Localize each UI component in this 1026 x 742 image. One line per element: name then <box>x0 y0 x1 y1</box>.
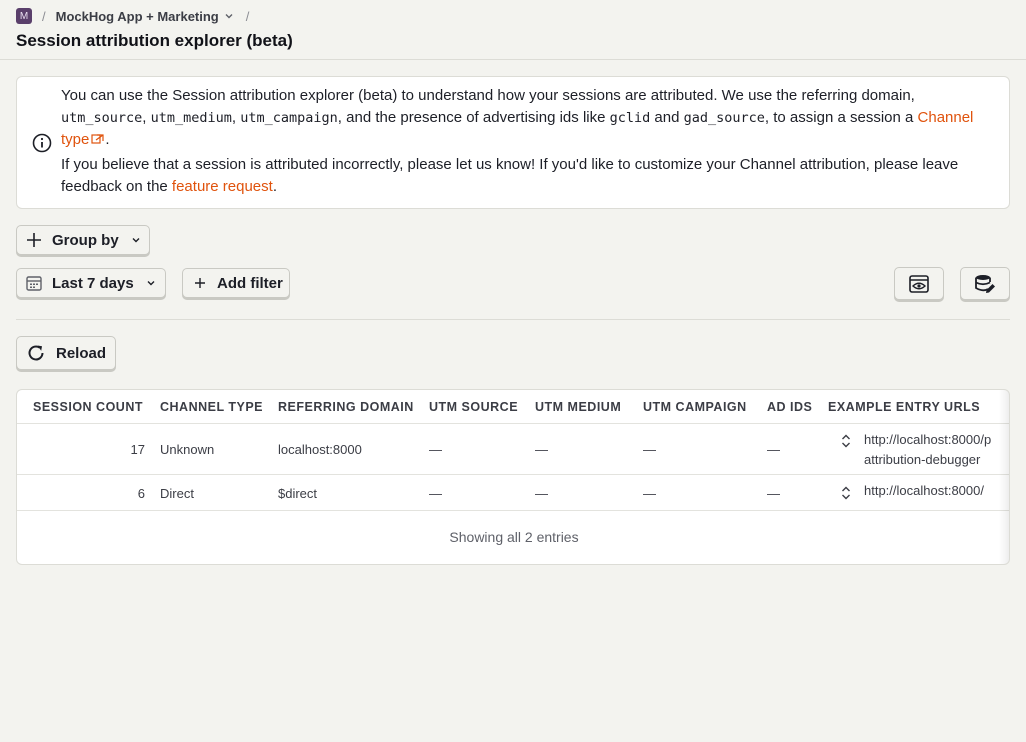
info-icon <box>32 133 52 153</box>
attribution-table: SESSION COUNT CHANNEL TYPE REFERRING DOM… <box>16 389 1010 565</box>
cell-referring-domain: $direct <box>278 486 318 501</box>
cell-entry-url[interactable]: http://localhost:8000/p <box>864 432 991 447</box>
view-source-button[interactable] <box>894 267 944 300</box>
reload-icon <box>28 345 44 361</box>
info-text: You can use the Session attribution expl… <box>61 85 991 198</box>
database-edit-icon <box>975 274 995 293</box>
header-utm-medium[interactable]: UTM MEDIUM <box>535 400 621 414</box>
cell-utm-campaign: — <box>643 486 656 501</box>
date-range-select[interactable]: Last 7 days <box>16 268 166 298</box>
breadcrumb: M / MockHog App + Marketing / <box>16 8 259 24</box>
header-ad-ids[interactable]: AD IDS <box>767 400 812 414</box>
cell-utm-source: — <box>429 486 442 501</box>
section-divider <box>16 319 1010 320</box>
info-banner: You can use the Session attribution expl… <box>16 76 1010 209</box>
page-title: Session attribution explorer (beta) <box>16 31 293 50</box>
reload-label: Reload <box>56 344 107 362</box>
info-text-fragment: , and the presence of advertising ids li… <box>337 109 610 126</box>
info-text-fragment: You can use the Session attribution expl… <box>61 87 915 104</box>
info-text-fragment: , to assign a session a <box>764 109 918 126</box>
chevron-down-icon <box>225 14 233 19</box>
code-utm-medium: utm_medium <box>150 110 232 126</box>
cell-session-count: 6 <box>137 486 145 501</box>
cell-utm-source: — <box>429 442 442 457</box>
header-channel-type[interactable]: CHANNEL TYPE <box>160 400 263 414</box>
info-paragraph-2: If you believe that a session is attribu… <box>61 156 959 195</box>
header-session-count[interactable]: SESSION COUNT <box>33 400 143 414</box>
table-footer: Showing all 2 entries <box>449 529 579 545</box>
header-utm-campaign[interactable]: UTM CAMPAIGN <box>643 400 747 414</box>
code-gclid: gclid <box>609 110 651 126</box>
chevron-down-icon <box>132 238 140 243</box>
code-gad-source: gad_source <box>683 110 765 126</box>
row-divider <box>17 510 1009 511</box>
header-example-entry-urls[interactable]: EXAMPLE ENTRY URLS <box>828 400 980 414</box>
top-bar: M / MockHog App + Marketing / Session at… <box>0 0 1026 60</box>
chevron-down-icon <box>147 281 155 286</box>
code-utm-source: utm_source <box>61 110 143 126</box>
cell-entry-url[interactable]: http://localhost:8000/ <box>864 483 984 498</box>
code-utm-campaign: utm_campaign <box>240 110 338 126</box>
breadcrumb-separator: / <box>245 8 250 24</box>
info-paragraph-1: You can use the Session attribution expl… <box>61 87 974 148</box>
reload-button[interactable]: Reload <box>16 336 116 370</box>
add-filter-label: Add filter <box>217 274 283 292</box>
cell-utm-campaign: — <box>643 442 656 457</box>
add-filter-button[interactable]: Add filter <box>182 268 290 298</box>
cell-channel-type: Direct <box>160 486 194 501</box>
group-by-label: Group by <box>52 231 119 249</box>
row-divider <box>17 474 1009 475</box>
expand-icon[interactable] <box>840 485 852 501</box>
cell-utm-medium: — <box>535 486 548 501</box>
feature-request-link[interactable]: feature request <box>172 178 273 195</box>
breadcrumb-separator: / <box>42 8 46 24</box>
edit-sql-button[interactable] <box>960 267 1010 300</box>
project-name: MockHog App + Marketing <box>55 8 219 24</box>
cell-utm-medium: — <box>535 442 548 457</box>
info-text-fragment: and <box>650 109 684 126</box>
external-link-icon <box>91 134 104 144</box>
plus-icon <box>195 278 205 288</box>
cell-session-count: 17 <box>130 442 145 457</box>
header-utm-source[interactable]: UTM SOURCE <box>429 400 518 414</box>
cell-ad-ids: — <box>767 442 780 457</box>
cell-ad-ids: — <box>767 486 780 501</box>
expand-icon[interactable] <box>840 433 852 449</box>
header-referring-domain[interactable]: REFERRING DOMAIN <box>278 400 414 414</box>
project-avatar[interactable]: M <box>16 8 32 24</box>
cell-channel-type: Unknown <box>160 442 215 457</box>
cell-entry-url-continued[interactable]: attribution-debugger <box>864 452 980 467</box>
calendar-icon <box>26 276 42 291</box>
project-switcher[interactable]: MockHog App + Marketing <box>56 9 234 24</box>
date-range-label: Last 7 days <box>52 274 134 292</box>
cell-referring-domain: localhost:8000 <box>278 442 362 457</box>
eye-icon <box>909 274 929 293</box>
group-by-button[interactable]: Group by <box>16 225 150 255</box>
plus-icon <box>27 233 41 247</box>
scroll-shadow <box>999 390 1009 564</box>
row-divider <box>17 423 1009 424</box>
